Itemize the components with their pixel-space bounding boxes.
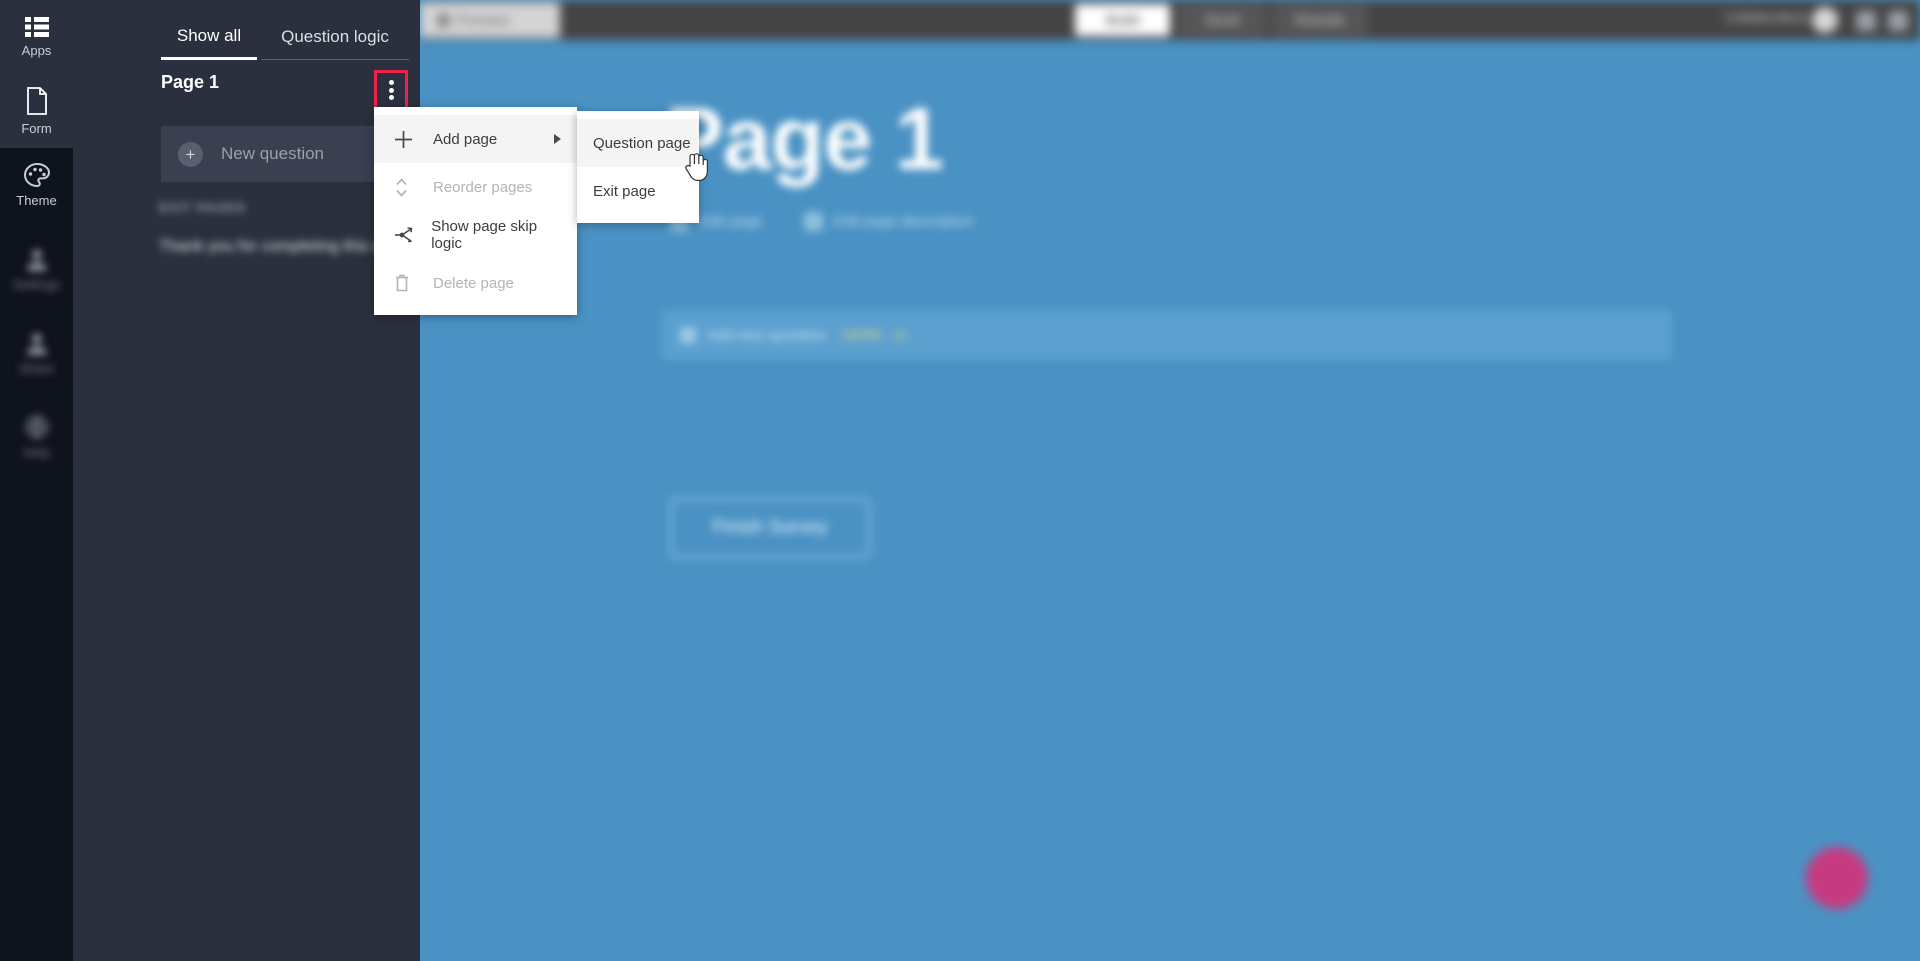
page-1-label: Page 1 bbox=[161, 72, 220, 92]
pages-panel: Show all Question logic Page 1 + New que… bbox=[73, 0, 493, 961]
canvas-topbar: Preview Build Send Results Collaborators bbox=[420, 0, 1920, 40]
tab-show-all[interactable]: Show all bbox=[161, 14, 257, 60]
menu-item-reorder-pages[interactable]: Reorder pages bbox=[374, 163, 577, 211]
rail-label-settings: Settings bbox=[13, 276, 60, 292]
chevron-right-icon bbox=[554, 134, 561, 144]
tab-results[interactable]: Results bbox=[1272, 4, 1368, 36]
rail-item-apps[interactable]: Apps bbox=[0, 0, 73, 74]
submenu-item-exit-page[interactable]: Exit page bbox=[577, 167, 699, 215]
tab-send[interactable]: Send bbox=[1178, 4, 1266, 36]
rail-item-settings[interactable]: Settings bbox=[0, 232, 73, 306]
add-new-question-bar[interactable]: Add new question HERE or bbox=[662, 310, 1672, 360]
add-page-submenu: Question page Exit page bbox=[577, 111, 699, 223]
page-meta-row: Edit page Edit page description bbox=[670, 212, 973, 231]
preview-button[interactable]: Preview bbox=[420, 2, 560, 38]
rail-label-share: Share bbox=[19, 360, 54, 376]
more-vertical-icon bbox=[388, 78, 394, 103]
menu-item-add-page[interactable]: Add page bbox=[374, 115, 577, 163]
palette-icon bbox=[23, 162, 50, 187]
menu-label-reorder-pages: Reorder pages bbox=[433, 178, 533, 196]
menu-label-delete-page: Delete page bbox=[433, 274, 514, 292]
lock-icon bbox=[438, 13, 449, 27]
apps-list-icon bbox=[24, 16, 49, 37]
tab-question-logic[interactable]: Question logic bbox=[261, 14, 409, 60]
person-icon bbox=[25, 247, 49, 271]
rail-label-theme: Theme bbox=[16, 192, 57, 208]
rail-label-help: Help bbox=[23, 444, 50, 460]
add-new-question-label: Add new question bbox=[706, 326, 826, 344]
rail-item-theme[interactable]: Theme bbox=[0, 148, 73, 222]
person-icon bbox=[25, 331, 49, 355]
preview-label: Preview bbox=[456, 11, 510, 29]
menu-item-delete-page[interactable]: Delete page bbox=[374, 259, 577, 307]
page-title: Page 1 bbox=[665, 89, 944, 188]
rail-item-help[interactable]: Help bbox=[0, 400, 73, 474]
panel-tabs: Show all Question logic bbox=[73, 14, 420, 62]
edit-page-description-action[interactable]: Edit page description bbox=[804, 212, 973, 231]
sort-icon bbox=[394, 177, 422, 198]
add-question-accent-2: or bbox=[892, 326, 907, 344]
plus-circle-icon: + bbox=[178, 141, 203, 167]
app-root: Preview Build Send Results Collaborators… bbox=[0, 0, 1920, 961]
rail-label-apps: Apps bbox=[21, 42, 52, 58]
description-icon bbox=[804, 212, 824, 231]
globe-icon bbox=[25, 415, 49, 439]
rail-item-share[interactable]: Share bbox=[0, 316, 73, 390]
rail-item-form[interactable]: Form bbox=[0, 74, 73, 148]
menu-item-show-page-skip-logic[interactable]: Show page skip logic bbox=[374, 211, 577, 259]
avatar[interactable] bbox=[1812, 7, 1838, 33]
trash-icon bbox=[394, 273, 422, 293]
add-question-accent: HERE bbox=[841, 326, 883, 344]
menu-label-add-page: Add page bbox=[433, 130, 498, 148]
notification-icon[interactable] bbox=[1856, 11, 1876, 31]
menu-label-show-page-skip-logic: Show page skip logic bbox=[431, 218, 538, 252]
plus-icon bbox=[394, 130, 422, 149]
page-context-menu: Add page Reorder pages Show page skip lo… bbox=[374, 107, 577, 315]
menu-icon[interactable] bbox=[1888, 11, 1908, 31]
page-options-kebab-button[interactable] bbox=[374, 70, 408, 110]
edit-page-label: Edit page bbox=[699, 213, 763, 230]
skip-logic-icon bbox=[394, 226, 420, 244]
new-question-label: New question bbox=[221, 144, 325, 163]
rail-label-form: Form bbox=[21, 120, 52, 136]
submenu-item-question-page[interactable]: Question page bbox=[577, 119, 699, 167]
tab-build[interactable]: Build bbox=[1075, 4, 1170, 36]
document-icon bbox=[25, 86, 49, 115]
collaborators-label[interactable]: Collaborators bbox=[1725, 9, 1808, 25]
help-fab-icon[interactable] bbox=[1806, 847, 1868, 909]
plus-icon bbox=[680, 327, 696, 343]
left-icon-rail: Apps Form Theme Settings Share Help bbox=[0, 0, 73, 961]
finish-survey-button[interactable]: Finish Survey bbox=[670, 498, 870, 558]
edit-page-description-label: Edit page description bbox=[833, 213, 974, 230]
